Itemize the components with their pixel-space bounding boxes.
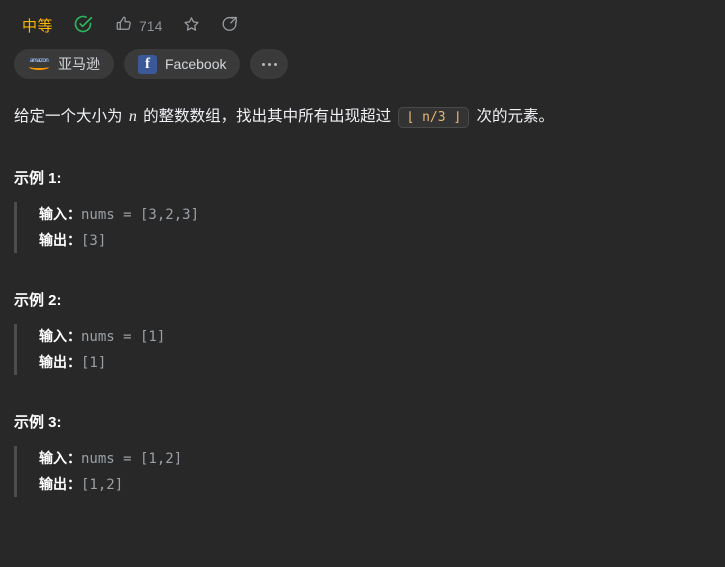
input-value: nums = [1,2] (81, 451, 183, 467)
variable-n: n (128, 108, 137, 125)
example-title: 示例 2: (14, 292, 62, 309)
example-title: 示例 1: (14, 170, 62, 187)
problem-meta-bar: 中等 714 (0, 0, 725, 43)
example-block: 输入：nums = [3,2,3] 输出：[3] (14, 202, 711, 253)
problem-statement: 给定一个大小为 n 的整数数组，找出其中所有出现超过 ⌊ n/3 ⌋ 次的元素。 (14, 103, 711, 131)
output-label: 输出： (39, 231, 81, 248)
like-count: 714 (139, 17, 163, 34)
output-value: [1,2] (81, 476, 124, 493)
statement-part: 次的元素。 (472, 108, 555, 125)
like-button[interactable]: 714 (105, 11, 172, 40)
example-block: 输入：nums = [1] 输出：[1] (14, 324, 711, 375)
thumbs-up-icon (115, 15, 133, 36)
input-label: 输入： (39, 450, 81, 466)
input-value: nums = [1] (81, 329, 166, 345)
statement-part: 的整数数组，找出其中所有出现超过 (138, 108, 396, 125)
statement-part: 给定一个大小为 (14, 108, 127, 125)
company-tag-facebook[interactable]: f Facebook (124, 49, 241, 79)
facebook-logo-icon: f (138, 54, 157, 74)
input-value: nums = [3,2,3] (81, 207, 200, 223)
input-label: 输入： (39, 206, 81, 222)
input-label: 输入： (39, 328, 81, 344)
amazon-logo-icon: amazon (28, 57, 50, 71)
share-icon (221, 15, 240, 37)
example-input-line: 输入：nums = [1] (39, 324, 711, 350)
example-output-line: 输出：[1] (39, 350, 711, 376)
output-value: [3] (81, 232, 107, 249)
ellipsis-dot-icon (261, 62, 265, 66)
example-block: 输入：nums = [1,2] 输出：[1,2] (14, 446, 711, 497)
company-tag-label: Facebook (165, 56, 227, 72)
difficulty-badge[interactable]: 中等 (14, 11, 61, 40)
inline-code-floor-n-over-3: ⌊ n/3 ⌋ (398, 107, 470, 128)
share-button[interactable] (211, 11, 250, 41)
favorite-button[interactable] (172, 11, 211, 41)
example-output-line: 输出：[3] (39, 228, 711, 254)
output-label: 输出： (39, 475, 81, 492)
company-tag-label: 亚马逊 (58, 56, 100, 72)
ellipsis-dot-icon (267, 62, 271, 66)
problem-content: 给定一个大小为 n 的整数数组，找出其中所有出现超过 ⌊ n/3 ⌋ 次的元素。… (0, 89, 725, 497)
amazon-swoosh-shape (29, 64, 49, 70)
star-icon (182, 15, 201, 37)
solved-status-indicator (61, 10, 105, 41)
example-title: 示例 3: (14, 414, 62, 431)
ellipsis-dot-icon (273, 62, 277, 66)
more-companies-button[interactable] (250, 49, 289, 79)
example-input-line: 输入：nums = [1,2] (39, 446, 711, 472)
example-output-line: 输出：[1,2] (39, 472, 711, 498)
example-input-line: 输入：nums = [3,2,3] (39, 202, 711, 228)
check-circle-icon (73, 14, 93, 37)
company-tag-bar: amazon 亚马逊 f Facebook (0, 43, 725, 89)
output-label: 输出： (39, 353, 81, 370)
output-value: [1] (81, 354, 107, 371)
company-tag-amazon[interactable]: amazon 亚马逊 (14, 49, 114, 79)
